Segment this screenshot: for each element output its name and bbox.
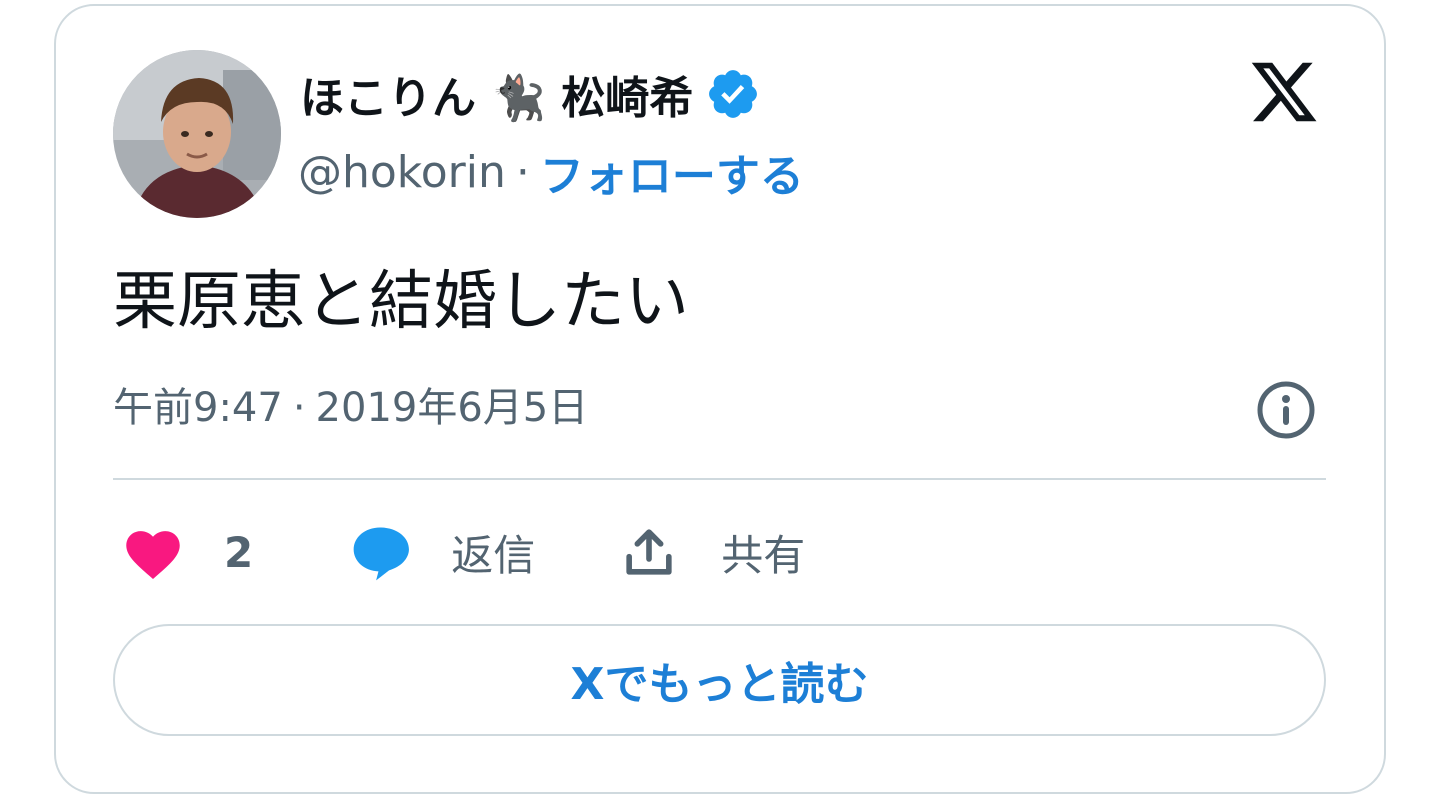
tweet-text: 栗原恵と結婚したい <box>113 265 689 339</box>
share-label: 共有 <box>721 530 806 580</box>
share-button[interactable]: 共有 <box>621 520 805 584</box>
handle-separator: · <box>515 146 530 198</box>
x-logo-icon[interactable] <box>1246 56 1322 128</box>
share-icon <box>626 529 672 575</box>
info-icon[interactable] <box>1256 380 1316 440</box>
reply-button[interactable]: 返信 <box>349 520 535 584</box>
reply-bubble-icon <box>353 527 410 581</box>
avatar[interactable] <box>113 50 281 218</box>
like-button[interactable]: 2 <box>122 520 253 584</box>
tweet-date[interactable]: 2019年6月5日 <box>316 380 589 436</box>
divider <box>113 478 1326 480</box>
author-handle[interactable]: @hokorin <box>298 147 506 198</box>
tweet-time[interactable]: 午前9:47 <box>113 380 283 436</box>
verified-badge-icon <box>709 70 758 118</box>
follow-button[interactable]: フォローする <box>540 140 804 204</box>
author-display-name[interactable]: ほこりん 🐈‍⬛ 松崎希 <box>300 62 693 126</box>
action-bar: 2 返信 共有 <box>122 520 805 584</box>
time-separator: · <box>292 385 306 431</box>
read-more-button[interactable]: Xでもっと読む <box>113 624 1326 736</box>
like-count: 2 <box>224 527 254 577</box>
heart-icon <box>126 531 180 579</box>
reply-label: 返信 <box>451 530 536 580</box>
